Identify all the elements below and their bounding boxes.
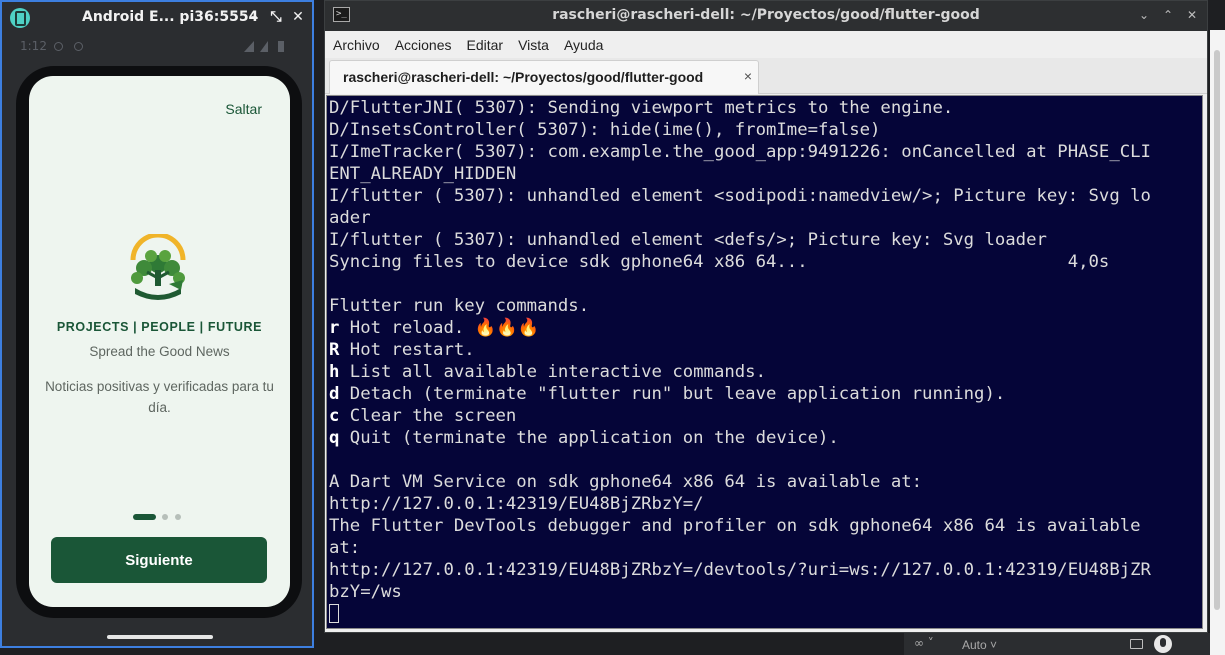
- command-hint-line: c Clear the screen: [329, 405, 1200, 427]
- command-key: R: [329, 340, 340, 360]
- image-icon[interactable]: [1130, 639, 1143, 649]
- menu-archivo[interactable]: Archivo: [333, 37, 380, 53]
- skip-button[interactable]: Saltar: [225, 101, 262, 117]
- console-line: ENT_ALREADY_HIDDEN: [329, 164, 517, 184]
- terminal-title: rascheri@rascheri-dell: ~/Proyectos/good…: [552, 7, 980, 23]
- tab-label: rascheri@rascheri-dell: ~/Proyectos/good…: [343, 69, 704, 85]
- command-hint-line: r Hot reload. 🔥🔥🔥: [329, 317, 1200, 339]
- maximize-button[interactable]: ⌃: [1161, 8, 1175, 22]
- command-description: Hot restart.: [339, 340, 475, 360]
- command-description: List all available interactive commands.: [339, 362, 766, 382]
- emulator-title: Android E... pi36:5554: [82, 9, 259, 25]
- shield-icon: [54, 42, 63, 51]
- console-line: ader: [329, 208, 371, 228]
- onboarding-description: Noticias positivas y verificadas para tu…: [45, 379, 274, 415]
- console-line: I/ImeTracker( 5307): com.example.the_goo…: [329, 142, 1151, 162]
- page-dot: [162, 514, 168, 520]
- console-line: D/InsetsController( 5307): hide(ime(), f…: [329, 120, 881, 140]
- quality-dropdown[interactable]: Auto ˅: [962, 638, 997, 652]
- menu-editar[interactable]: Editar: [467, 37, 504, 53]
- page-dot: [175, 514, 181, 520]
- tab-close-button[interactable]: ×: [744, 68, 752, 84]
- command-key: q: [329, 428, 340, 448]
- command-hint-line: q Quit (terminate the application on the…: [329, 427, 1200, 449]
- signal-icon: [260, 41, 268, 52]
- console-line: http://127.0.0.1:42319/EU48BjZRbzY=/devt…: [329, 560, 1151, 580]
- menu-bar: Archivo Acciones Editar Vista Ayuda: [325, 31, 1207, 58]
- command-key: d: [329, 384, 340, 404]
- tagline: PROJECTS | PEOPLE | FUTURE: [56, 320, 263, 334]
- console-line: D/FlutterJNI( 5307): Sending viewport me…: [329, 98, 954, 118]
- android-phone-icon: [10, 8, 30, 28]
- app-subtitle: Spread the Good News: [89, 344, 230, 359]
- minimize-button[interactable]: ⌄: [1137, 8, 1151, 22]
- app-screen[interactable]: Saltar PROJECTS | PEOPLE | FUTURE Spread…: [29, 76, 290, 607]
- terminal-window: >_ rascheri@rascheri-dell: ~/Proyectos/g…: [324, 0, 1208, 633]
- microphone-icon[interactable]: [1154, 635, 1172, 653]
- command-key: c: [329, 406, 340, 426]
- home-gesture-bar[interactable]: [107, 635, 213, 639]
- command-key: h: [329, 362, 340, 382]
- resize-icon[interactable]: ⤡: [268, 8, 284, 26]
- command-key: r: [329, 318, 340, 338]
- close-button[interactable]: ✕: [1185, 8, 1199, 22]
- emulator-titlebar[interactable]: Android E... pi36:5554 – ⤡ ✕: [2, 2, 312, 32]
- console-line: bzY=/ws: [329, 582, 402, 602]
- next-button[interactable]: Siguiente: [51, 537, 267, 583]
- loop-icon[interactable]: ∞ ˅: [914, 636, 934, 650]
- terminal-titlebar[interactable]: >_ rascheri@rascheri-dell: ~/Proyectos/g…: [325, 1, 1207, 31]
- device-status-bar: 1:12: [2, 32, 312, 60]
- page-dot-active: [133, 514, 156, 520]
- settings-icon: [74, 42, 83, 51]
- tree-logo-icon: [130, 234, 186, 300]
- wifi-icon: [244, 41, 254, 52]
- media-control-strip: ∞ ˅ Auto ˅: [904, 633, 1210, 655]
- status-time: 1:12: [20, 39, 47, 53]
- console-line: A Dart VM Service on sdk gphone64 x86 64…: [329, 472, 923, 492]
- tab-bar: rascheri@rascheri-dell: ~/Proyectos/good…: [325, 58, 1207, 94]
- command-hint-line: R Hot restart.: [329, 339, 1200, 361]
- console-line: Syncing files to device sdk gphone64 x86…: [329, 252, 1110, 272]
- scrollbar[interactable]: [1210, 30, 1225, 655]
- close-button[interactable]: ✕: [290, 8, 306, 26]
- menu-ayuda[interactable]: Ayuda: [564, 37, 603, 53]
- command-description: Hot reload. 🔥🔥🔥: [339, 318, 540, 338]
- console-line: Flutter run key commands.: [329, 296, 590, 316]
- command-hint-line: d Detach (terminate "flutter run" but le…: [329, 383, 1200, 405]
- console-line: http://127.0.0.1:42319/EU48BjZRbzY=/: [329, 494, 704, 514]
- command-hint-line: h List all available interactive command…: [329, 361, 1200, 383]
- command-description: Clear the screen: [339, 406, 517, 426]
- text-cursor: [329, 604, 339, 623]
- battery-icon: [278, 41, 284, 52]
- device-frame: Saltar PROJECTS | PEOPLE | FUTURE Spread…: [16, 66, 302, 618]
- terminal-tab[interactable]: rascheri@rascheri-dell: ~/Proyectos/good…: [329, 60, 759, 94]
- menu-acciones[interactable]: Acciones: [395, 37, 452, 53]
- emulator-window: Android E... pi36:5554 – ⤡ ✕ 1:12 Saltar: [0, 0, 314, 648]
- menu-vista[interactable]: Vista: [518, 37, 549, 53]
- scrollbar-thumb[interactable]: [1214, 50, 1220, 610]
- console-line: at:: [329, 538, 361, 558]
- prompt-line: [329, 603, 1200, 625]
- terminal-console[interactable]: D/FlutterJNI( 5307): Sending viewport me…: [326, 95, 1203, 629]
- command-description: Detach (terminate "flutter run" but leav…: [339, 384, 1006, 404]
- console-line: The Flutter DevTools debugger and profil…: [329, 516, 1141, 536]
- console-line: I/flutter ( 5307): unhandled element <so…: [329, 186, 1151, 206]
- console-line: I/flutter ( 5307): unhandled element <de…: [329, 230, 1047, 250]
- console-output: D/FlutterJNI( 5307): Sending viewport me…: [329, 97, 1200, 625]
- minimize-button[interactable]: –: [246, 8, 262, 26]
- command-description: Quit (terminate the application on the d…: [339, 428, 839, 448]
